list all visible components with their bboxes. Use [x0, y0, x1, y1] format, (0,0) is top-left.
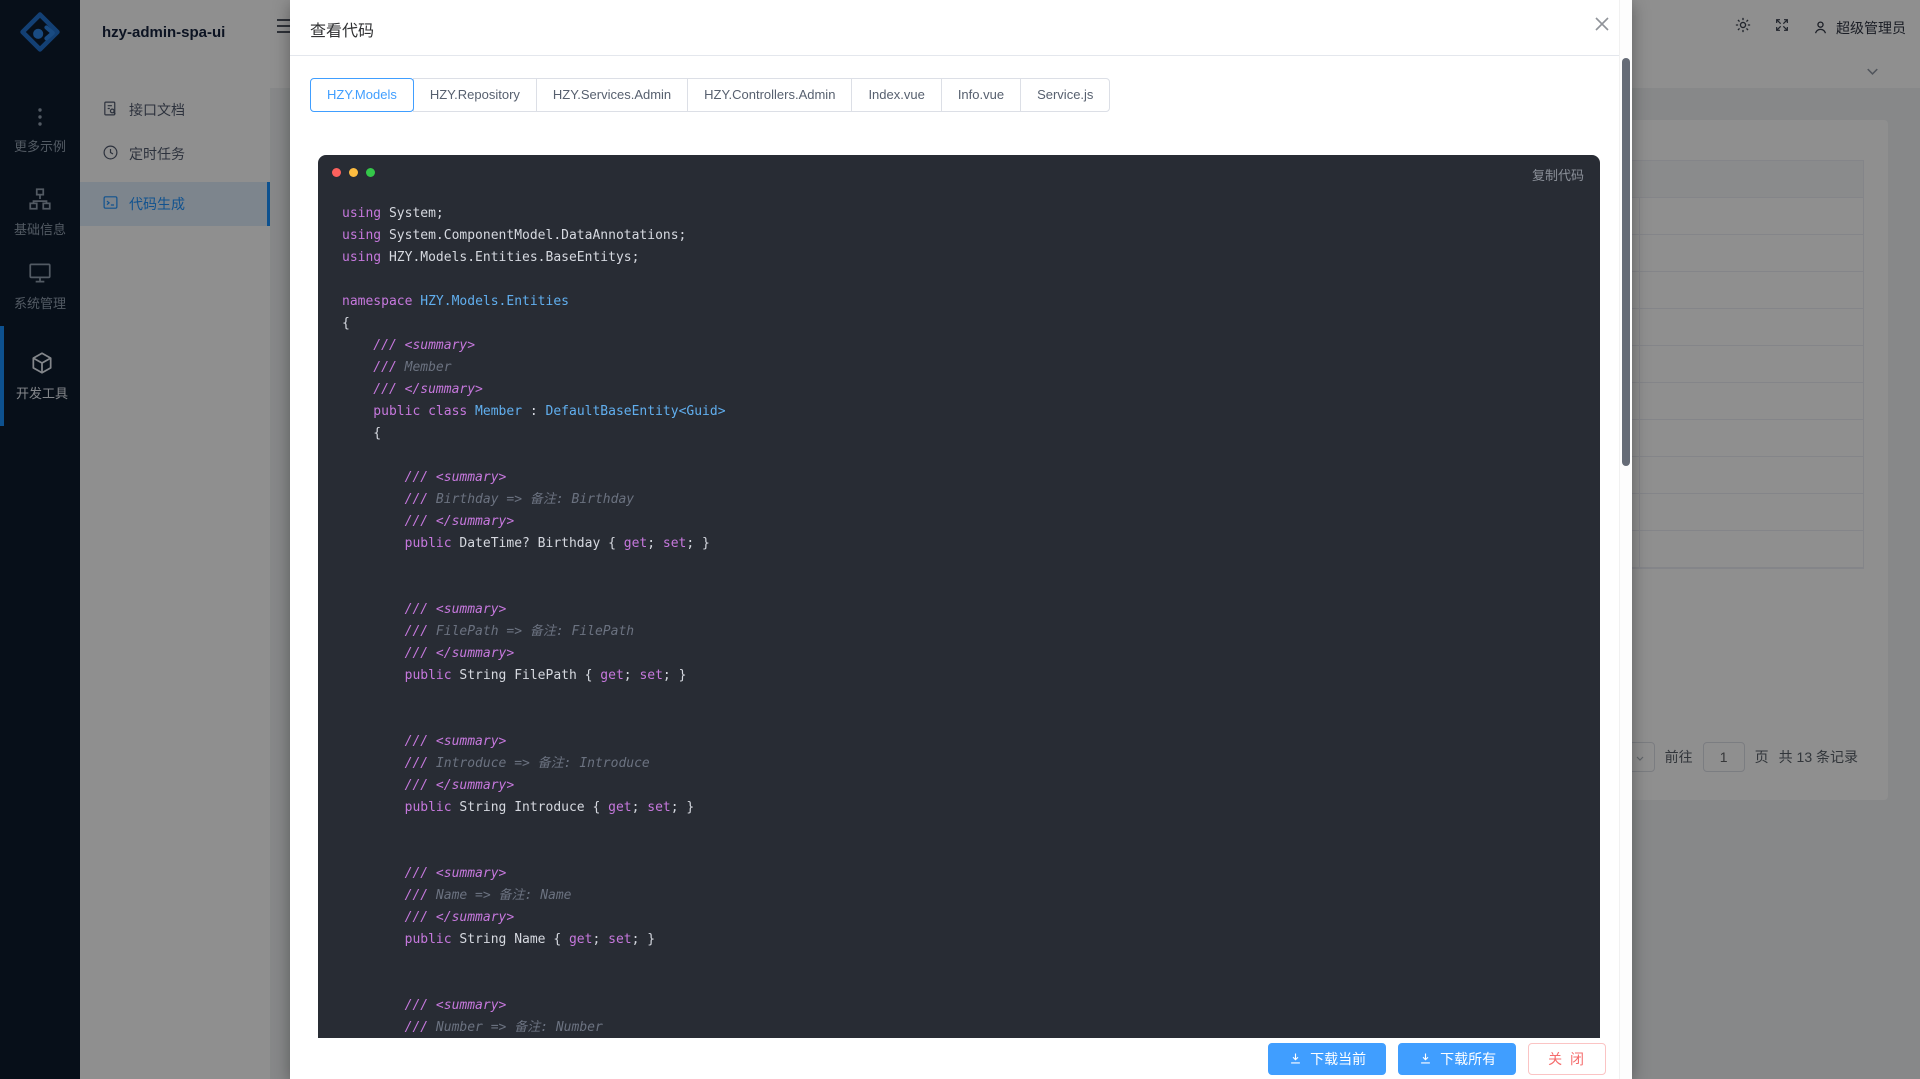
- traffic-yellow-icon: [349, 168, 358, 177]
- header-divider: [290, 55, 1632, 56]
- copy-code-button[interactable]: 复制代码: [1532, 165, 1584, 184]
- code-line: [342, 555, 1592, 577]
- tab-index-vue[interactable]: Index.vue: [851, 78, 941, 112]
- code-line: /// Introduce => 备注: Introduce: [342, 753, 1592, 775]
- code-line: /// <summary>: [342, 599, 1592, 621]
- code-line: [342, 973, 1592, 995]
- screen: 更多示例基础信息系统管理开发工具 hzy-admin-spa-ui 接口文档定时…: [0, 0, 1920, 1079]
- code-line: namespace HZY.Models.Entities: [342, 291, 1592, 313]
- code-line: [342, 445, 1592, 467]
- tab-hzy-services-admin[interactable]: HZY.Services.Admin: [536, 78, 688, 112]
- view-code-dialog: 查看代码 HZY.ModelsHZY.RepositoryHZY.Service…: [290, 0, 1632, 1079]
- download-current-button[interactable]: 下载当前: [1268, 1043, 1386, 1075]
- download-icon: [1418, 1051, 1433, 1066]
- tab-hzy-repository[interactable]: HZY.Repository: [413, 78, 537, 112]
- code-line: /// Number => 备注: Number: [342, 1017, 1592, 1039]
- code-line: /// </summary>: [342, 775, 1592, 797]
- code-line: public String FilePath { get; set; }: [342, 665, 1592, 687]
- code-line: /// </summary>: [342, 511, 1592, 533]
- code-line: {: [342, 423, 1592, 445]
- code-line: [342, 841, 1592, 863]
- code-line: /// </summary>: [342, 643, 1592, 665]
- scrollbar-thumb[interactable]: [1622, 58, 1630, 466]
- code-line: [342, 269, 1592, 291]
- code-line: /// <summary>: [342, 863, 1592, 885]
- code-line: public String Introduce { get; set; }: [342, 797, 1592, 819]
- code-line: /// <summary>: [342, 335, 1592, 357]
- code-line: {: [342, 313, 1592, 335]
- tab-service-js[interactable]: Service.js: [1020, 78, 1110, 112]
- code-tabs: HZY.ModelsHZY.RepositoryHZY.Services.Adm…: [310, 78, 1110, 112]
- code-line: public DateTime? Birthday { get; set; }: [342, 533, 1592, 555]
- code-line: using System.ComponentModel.DataAnnotati…: [342, 225, 1592, 247]
- code-line: [342, 687, 1592, 709]
- code-line: /// <summary>: [342, 995, 1592, 1017]
- dialog-title: 查看代码: [310, 17, 374, 41]
- code-line: public String Name { get; set; }: [342, 929, 1592, 951]
- code-line: using System;: [342, 203, 1592, 225]
- code-line: [342, 819, 1592, 841]
- code-line: /// </summary>: [342, 379, 1592, 401]
- code-content: using System;using System.ComponentModel…: [342, 203, 1592, 1079]
- code-line: /// FilePath => 备注: FilePath: [342, 621, 1592, 643]
- tab-hzy-models[interactable]: HZY.Models: [310, 78, 414, 112]
- close-icon[interactable]: [1594, 16, 1610, 37]
- code-line: /// <summary>: [342, 467, 1592, 489]
- traffic-green-icon: [366, 168, 375, 177]
- code-line: /// Name => 备注: Name: [342, 885, 1592, 907]
- code-viewer: 复制代码 using System;using System.Component…: [318, 155, 1600, 1079]
- code-line: [342, 709, 1592, 731]
- tab-info-vue[interactable]: Info.vue: [941, 78, 1021, 112]
- download-icon: [1288, 1051, 1303, 1066]
- code-line: /// Member: [342, 357, 1592, 379]
- modal-scrollbar[interactable]: [1619, 0, 1632, 1079]
- dialog-footer: 下载当前 下载所有 关 闭: [290, 1038, 1620, 1079]
- code-line: [342, 951, 1592, 973]
- traffic-red-icon: [332, 168, 341, 177]
- traffic-lights: [332, 168, 375, 177]
- code-line: public class Member : DefaultBaseEntity<…: [342, 401, 1592, 423]
- download-all-button[interactable]: 下载所有: [1398, 1043, 1516, 1075]
- close-button[interactable]: 关 闭: [1528, 1043, 1606, 1075]
- code-line: /// Birthday => 备注: Birthday: [342, 489, 1592, 511]
- code-line: /// <summary>: [342, 731, 1592, 753]
- code-line: /// </summary>: [342, 907, 1592, 929]
- tab-hzy-controllers-admin[interactable]: HZY.Controllers.Admin: [687, 78, 852, 112]
- code-line: [342, 577, 1592, 599]
- code-line: using HZY.Models.Entities.BaseEntitys;: [342, 247, 1592, 269]
